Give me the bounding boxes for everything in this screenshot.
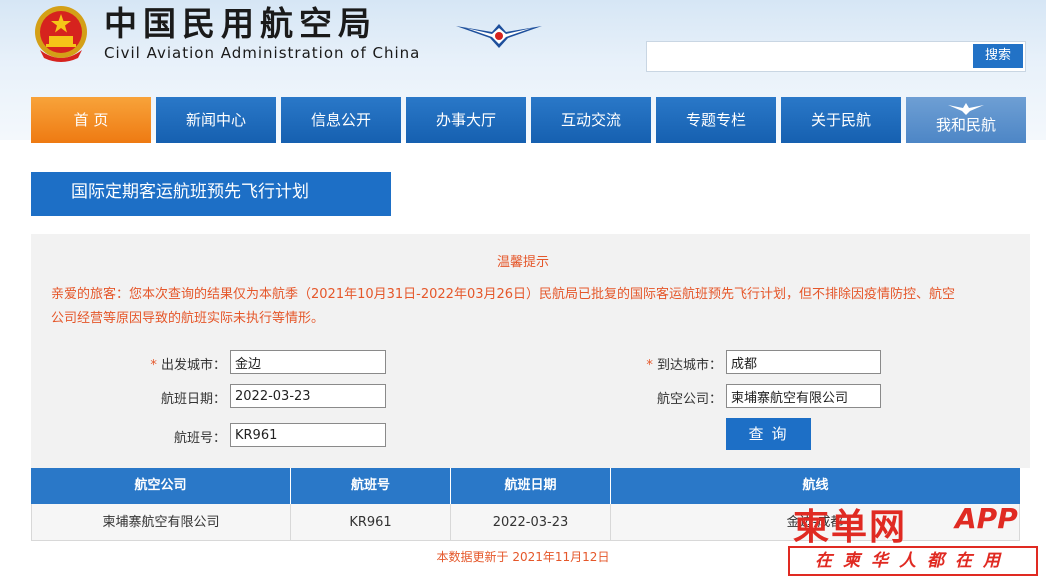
nav-me-and-caac[interactable]: 我和民航 [906, 97, 1026, 143]
caac-wings-logo-icon [456, 24, 542, 48]
table-header-date: 航班日期 [451, 468, 611, 504]
flight-number-label: 航班号： [173, 431, 226, 446]
nav-info[interactable]: 信息公开 [281, 97, 401, 143]
nav-topics[interactable]: 专题专栏 [656, 97, 776, 143]
national-emblem-icon [35, 6, 87, 62]
cell-airline: 柬埔寨航空有限公司 [31, 504, 291, 541]
watermark: 柬单网 APP 在柬华人都在用 [785, 498, 1043, 578]
table-header-flight: 航班号 [291, 468, 451, 504]
section-title: 国际定期客运航班预先飞行计划 [31, 172, 391, 216]
table-header-airline: 航空公司 [31, 468, 291, 504]
arrive-city-input[interactable] [726, 350, 881, 374]
query-button[interactable]: 查询 [726, 418, 811, 450]
nav-home[interactable]: 首 页 [31, 97, 151, 143]
notice-title: 温馨提示 [496, 255, 549, 270]
watermark-brand: 柬单网 [793, 507, 908, 548]
nav-services[interactable]: 办事大厅 [406, 97, 526, 143]
date-label: 航班日期： [160, 392, 226, 407]
airline-label: 航空公司： [656, 392, 722, 407]
airline-input[interactable] [726, 384, 881, 408]
notice-text: 亲爱的旅客：您本次查询的结果仅为本航季（2021年10月31日-2022年03月… [51, 283, 1011, 331]
watermark-slogan: 在柬华人都在用 [788, 546, 1038, 576]
cell-flight: KR961 [291, 504, 451, 541]
depart-city-input[interactable] [230, 350, 386, 374]
required-mark: * [150, 358, 157, 373]
nav-interaction[interactable]: 互动交流 [531, 97, 651, 143]
flight-date-input[interactable] [230, 384, 386, 408]
notice-line-2: 公司经营等原因导致的航班实际未执行等情形。 [51, 311, 325, 326]
site-title-cn: 中国民用航空局 [104, 4, 377, 43]
plane-icon [948, 103, 984, 115]
notice-line-1: 亲爱的旅客：您本次查询的结果仅为本航季（2021年10月31日-2022年03月… [51, 287, 956, 302]
search-button[interactable]: 搜索 [973, 44, 1023, 68]
nav-about[interactable]: 关于民航 [781, 97, 901, 143]
search-box [646, 41, 1026, 72]
depart-label: * 出发城市： [150, 358, 226, 373]
cell-date: 2022-03-23 [451, 504, 611, 541]
required-mark: * [646, 358, 653, 373]
nav-me-and-caac-label: 我和民航 [935, 116, 996, 134]
search-input[interactable] [647, 42, 967, 71]
arrive-label: * 到达城市： [646, 358, 722, 373]
watermark-app: APP [955, 502, 1018, 535]
nav-news[interactable]: 新闻中心 [156, 97, 276, 143]
flight-number-input[interactable] [230, 423, 386, 447]
site-title-en: Civil Aviation Administration of China [104, 44, 421, 62]
